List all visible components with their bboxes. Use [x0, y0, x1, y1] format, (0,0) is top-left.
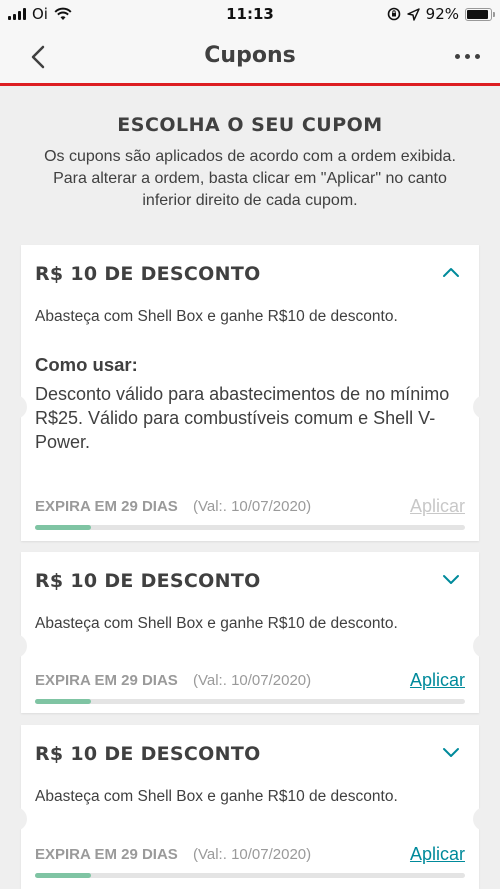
section-heading: ESCOLHA O SEU CUPOM: [117, 114, 383, 136]
coupon-footer: EXPIRA EM 29 DIAS (Val:. 10/07/2020) Apl…: [35, 670, 465, 712]
intro-section: ESCOLHA O SEU CUPOM Os cupons são aplica…: [0, 114, 500, 212]
coupon-card[interactable]: R$ 10 DE DESCONTO Abasteça com Shell Box…: [15, 725, 485, 889]
ticket-notch-right: [473, 634, 485, 658]
validity-date: (Val:. 10/07/2020): [193, 846, 312, 863]
location-arrow-icon: [406, 7, 420, 21]
chevron-down-icon[interactable]: [441, 745, 461, 759]
chevron-down-icon[interactable]: [441, 572, 461, 586]
expiry-progress-fill: [35, 699, 91, 704]
chevron-up-icon[interactable]: [441, 265, 461, 279]
ticket-notch-left: [15, 395, 27, 419]
ticket-notch-left: [15, 634, 27, 658]
expiry-progress-track: [35, 525, 465, 530]
coupon-title: R$ 10 DE DESCONTO: [35, 570, 261, 592]
expiry-progress-fill: [35, 525, 91, 530]
page-title: Cupons: [204, 43, 296, 68]
validity-date: (Val:. 10/07/2020): [193, 498, 312, 515]
expiry-label: EXPIRA EM 29 DIAS: [35, 498, 178, 515]
status-bar: Oi 11:13 92%: [0, 0, 500, 30]
apply-button[interactable]: Aplicar: [410, 670, 465, 691]
coupon-description: Abasteça com Shell Box e ganhe R$10 de d…: [35, 788, 398, 805]
apply-button[interactable]: Aplicar: [410, 496, 465, 517]
coupon-title: R$ 10 DE DESCONTO: [35, 743, 261, 765]
status-right: 92%: [387, 5, 495, 23]
ticket-notch-left: [15, 807, 27, 831]
expiry-progress-track: [35, 873, 465, 878]
expiry-progress-fill: [35, 873, 91, 878]
battery-percent: 92%: [425, 5, 459, 23]
nav-bar: Cupons: [0, 30, 500, 86]
section-description: Os cupons são aplicados de acordo com a …: [44, 148, 456, 209]
coupon-title: R$ 10 DE DESCONTO: [35, 263, 261, 285]
coupon-description: Abasteça com Shell Box e ganhe R$10 de d…: [35, 615, 398, 632]
rotation-lock-icon: [387, 7, 400, 21]
coupon-description: Abasteça com Shell Box e ganhe R$10 de d…: [35, 308, 398, 325]
expiry-label: EXPIRA EM 29 DIAS: [35, 846, 178, 863]
expiry-label: EXPIRA EM 29 DIAS: [35, 672, 178, 689]
expiry-progress-track: [35, 699, 465, 704]
coupon-card[interactable]: R$ 10 DE DESCONTO Abasteça com Shell Box…: [15, 552, 485, 713]
coupon-footer: EXPIRA EM 29 DIAS (Val:. 10/07/2020) Apl…: [35, 844, 465, 886]
battery-icon: [465, 7, 495, 21]
ticket-notch-right: [473, 395, 485, 419]
coupon-card[interactable]: R$ 10 DE DESCONTO Abasteça com Shell Box…: [15, 245, 485, 541]
how-to-label: Como usar:: [35, 354, 138, 375]
validity-date: (Val:. 10/07/2020): [193, 672, 312, 689]
ticket-notch-right: [473, 807, 485, 831]
coupon-footer: EXPIRA EM 29 DIAS (Val:. 10/07/2020) Apl…: [35, 496, 465, 538]
apply-button[interactable]: Aplicar: [410, 844, 465, 865]
more-horizontal-icon[interactable]: [455, 46, 480, 66]
how-to-text: Desconto válido para abastecimentos de n…: [35, 384, 450, 452]
